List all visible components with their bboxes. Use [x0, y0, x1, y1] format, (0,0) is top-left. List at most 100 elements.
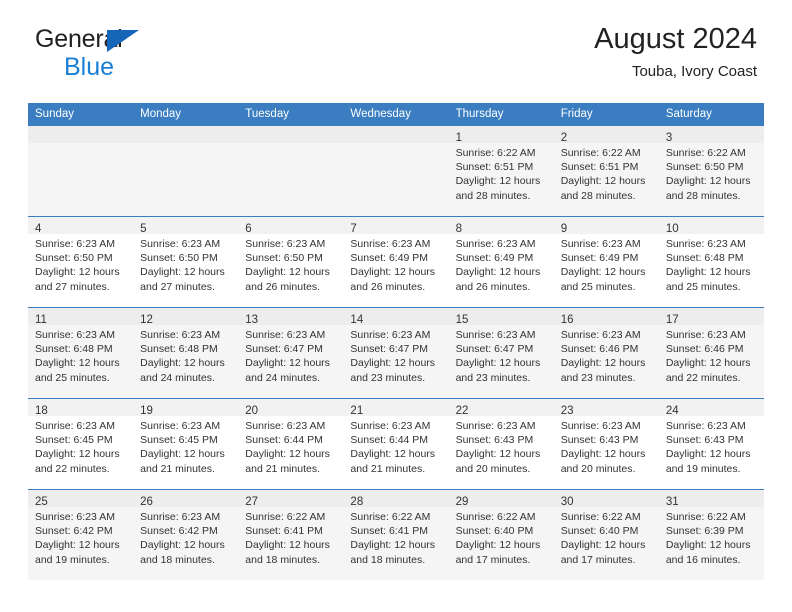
day-number: 24 [665, 405, 679, 417]
daylight-text: and 22 minutes. [35, 462, 110, 475]
sunrise-text: Sunrise: 6:23 AM [665, 238, 746, 250]
day-number: 15 [455, 314, 469, 326]
calendar-day-cell[interactable]: 9 Sunrise: 6:23 AM Sunset: 6:49 PM Daylight… [553, 216, 659, 308]
sunrise-text: Sunrise: 6:23 AM [350, 420, 431, 432]
sunset-text: Sunset: 6:51 PM [455, 161, 534, 174]
calendar-day-cell[interactable]: 12 Sunrise: 6:23 AM Sunset: 6:48 PM Dayligh… [133, 307, 239, 399]
calendar-cell-empty [343, 125, 449, 217]
calendar-day-cell[interactable]: 2 Sunrise: 6:22 AM Sunset: 6:51 PM Daylight… [553, 125, 659, 217]
calendar-day-cell[interactable]: 22 Sunrise: 6:23 AM Sunset: 6:43 PM Dayligh… [448, 398, 554, 490]
day-number: 29 [455, 496, 469, 508]
calendar-week-row: 1 Sunrise: 6:22 AM Sunset: 6:51 PM Daylight… [28, 125, 764, 217]
sunset-text: Sunset: 6:46 PM [560, 343, 639, 356]
generalblue-logo[interactable]: General Blue [35, 27, 195, 80]
day-number-bar: 6 [238, 217, 344, 235]
calendar-day-cell[interactable]: 16 Sunrise: 6:23 AM Sunset: 6:46 PM Dayligh… [553, 307, 659, 399]
sunrise-text: Sunrise: 6:23 AM [35, 329, 115, 341]
calendar-cell-empty [238, 125, 344, 217]
weekday-header-thursday: Thursday [448, 103, 554, 126]
day-detail-lines: Sunrise: 6:22 AM Sunset: 6:41 PM Daylight:… [343, 507, 448, 567]
day-cell-inner: 23 Sunrise: 6:23 AM Sunset: 6:43 PM Dayligh… [553, 399, 659, 476]
calendar-day-cell[interactable]: 13 Sunrise: 6:23 AM Sunset: 6:47 PM Dayligh… [238, 307, 344, 399]
calendar-day-cell[interactable]: 1 Sunrise: 6:22 AM Sunset: 6:51 PM Daylight… [448, 125, 554, 217]
day-detail-lines: Sunrise: 6:23 AM Sunset: 6:45 PM Daylight:… [133, 416, 238, 476]
daylight-text: and 23 minutes. [560, 371, 636, 384]
calendar-day-cell[interactable]: 6 Sunrise: 6:23 AM Sunset: 6:50 PM Daylight… [238, 216, 344, 308]
day-number-bar: 11 [28, 308, 134, 326]
calendar-day-cell[interactable]: 11 Sunrise: 6:23 AM Sunset: 6:48 PM Dayligh… [28, 307, 134, 399]
day-detail-lines: Sunrise: 6:23 AM Sunset: 6:50 PM Daylight:… [238, 234, 343, 294]
day-detail-lines: Sunrise: 6:23 AM Sunset: 6:43 PM Daylight:… [449, 416, 554, 476]
calendar-day-cell[interactable]: 26 Sunrise: 6:23 AM Sunset: 6:42 PM Dayligh… [133, 489, 239, 580]
sunset-text: Sunset: 6:47 PM [455, 343, 534, 356]
calendar-day-cell[interactable]: 4 Sunrise: 6:23 AM Sunset: 6:50 PM Daylight… [28, 216, 134, 308]
calendar-day-cell[interactable]: 24 Sunrise: 6:23 AM Sunset: 6:43 PM Dayligh… [658, 398, 764, 490]
calendar-day-cell[interactable]: 5 Sunrise: 6:23 AM Sunset: 6:50 PM Daylight… [133, 216, 239, 308]
sunrise-text: Sunrise: 6:22 AM [350, 511, 431, 523]
day-detail-lines [343, 143, 448, 146]
daylight-text: Daylight: 12 hours [245, 357, 330, 370]
daylight-text: Daylight: 12 hours [140, 357, 225, 370]
calendar-day-cell[interactable]: 28 Sunrise: 6:22 AM Sunset: 6:41 PM Dayligh… [343, 489, 449, 580]
sunset-text: Sunset: 6:48 PM [35, 343, 113, 356]
day-number: 19 [140, 405, 153, 417]
calendar-day-cell[interactable]: 27 Sunrise: 6:22 AM Sunset: 6:41 PM Dayligh… [238, 489, 344, 580]
sunrise-text: Sunrise: 6:22 AM [665, 511, 746, 523]
calendar-day-cell[interactable]: 3 Sunrise: 6:22 AM Sunset: 6:50 PM Daylight… [658, 125, 764, 217]
sunset-text: Sunset: 6:43 PM [560, 434, 639, 447]
calendar-day-cell[interactable]: 15 Sunrise: 6:23 AM Sunset: 6:47 PM Dayligh… [448, 307, 554, 399]
sunrise-text: Sunrise: 6:22 AM [665, 147, 746, 159]
daylight-text: Daylight: 12 hours [560, 357, 646, 370]
sunrise-text: Sunrise: 6:22 AM [245, 511, 326, 523]
sunset-text: Sunset: 6:39 PM [665, 525, 744, 538]
calendar-day-cell[interactable]: 19 Sunrise: 6:23 AM Sunset: 6:45 PM Dayligh… [133, 398, 239, 490]
calendar-day-cell[interactable]: 10 Sunrise: 6:23 AM Sunset: 6:48 PM Dayligh… [658, 216, 764, 308]
calendar-page: General Blue August 2024 Touba, Ivory Co… [0, 0, 792, 612]
day-number: 31 [665, 496, 679, 508]
daylight-text: Daylight: 12 hours [665, 448, 751, 461]
daylight-text: and 19 minutes. [35, 553, 110, 566]
daylight-text: Daylight: 12 hours [665, 175, 751, 188]
daylight-text: and 18 minutes. [140, 553, 215, 566]
calendar-day-cell[interactable]: 31 Sunrise: 6:22 AM Sunset: 6:39 PM Dayligh… [658, 489, 764, 580]
calendar-day-cell[interactable]: 8 Sunrise: 6:23 AM Sunset: 6:49 PM Daylight… [448, 216, 554, 308]
day-number-bar: 12 [133, 308, 239, 326]
daylight-text: and 28 minutes. [665, 189, 741, 202]
daylight-text: Daylight: 12 hours [350, 539, 436, 552]
day-number-bar: 17 [658, 308, 764, 326]
calendar-day-cell[interactable]: 7 Sunrise: 6:23 AM Sunset: 6:49 PM Daylight… [343, 216, 449, 308]
calendar-day-cell[interactable]: 23 Sunrise: 6:23 AM Sunset: 6:43 PM Dayligh… [553, 398, 659, 490]
day-number-bar: 14 [343, 308, 449, 326]
day-number-bar: 9 [553, 217, 659, 235]
sunset-text: Sunset: 6:45 PM [35, 434, 113, 447]
weekday-header-wednesday: Wednesday [343, 103, 449, 126]
day-number-bar [238, 126, 344, 143]
day-detail-lines: Sunrise: 6:23 AM Sunset: 6:49 PM Daylight:… [343, 234, 448, 294]
calendar-day-cell[interactable]: 29 Sunrise: 6:22 AM Sunset: 6:40 PM Dayligh… [448, 489, 554, 580]
calendar-day-cell[interactable]: 30 Sunrise: 6:22 AM Sunset: 6:40 PM Dayligh… [553, 489, 659, 580]
day-cell-inner: 27 Sunrise: 6:22 AM Sunset: 6:41 PM Dayligh… [238, 490, 344, 567]
sunset-text: Sunset: 6:45 PM [140, 434, 218, 447]
calendar-day-cell[interactable]: 14 Sunrise: 6:23 AM Sunset: 6:47 PM Dayligh… [343, 307, 449, 399]
day-number: 23 [560, 405, 574, 417]
day-cell-inner: 26 Sunrise: 6:23 AM Sunset: 6:42 PM Dayligh… [133, 490, 239, 567]
day-number: 22 [455, 405, 469, 417]
sunrise-text: Sunrise: 6:23 AM [140, 329, 221, 341]
calendar-day-cell[interactable]: 20 Sunrise: 6:23 AM Sunset: 6:44 PM Dayligh… [238, 398, 344, 490]
daylight-text: Daylight: 12 hours [665, 357, 751, 370]
calendar-day-cell[interactable]: 18 Sunrise: 6:23 AM Sunset: 6:45 PM Dayligh… [28, 398, 134, 490]
sunrise-text: Sunrise: 6:22 AM [455, 511, 536, 523]
weekday-header-sunday: Sunday [28, 103, 134, 126]
day-number-bar [133, 126, 239, 143]
calendar-day-cell[interactable]: 25 Sunrise: 6:23 AM Sunset: 6:42 PM Dayligh… [28, 489, 134, 580]
calendar-day-cell[interactable]: 21 Sunrise: 6:23 AM Sunset: 6:44 PM Dayligh… [343, 398, 449, 490]
day-number: 25 [35, 496, 48, 508]
sunrise-text: Sunrise: 6:23 AM [455, 329, 536, 341]
daylight-text: and 26 minutes. [350, 280, 426, 293]
calendar-day-cell[interactable]: 17 Sunrise: 6:23 AM Sunset: 6:46 PM Dayligh… [658, 307, 764, 399]
day-number-bar: 16 [553, 308, 659, 326]
day-number-bar: 5 [133, 217, 239, 235]
daylight-text: and 17 minutes. [560, 553, 636, 566]
sunset-text: Sunset: 6:44 PM [350, 434, 429, 447]
day-cell-inner: 30 Sunrise: 6:22 AM Sunset: 6:40 PM Dayligh… [553, 490, 659, 567]
